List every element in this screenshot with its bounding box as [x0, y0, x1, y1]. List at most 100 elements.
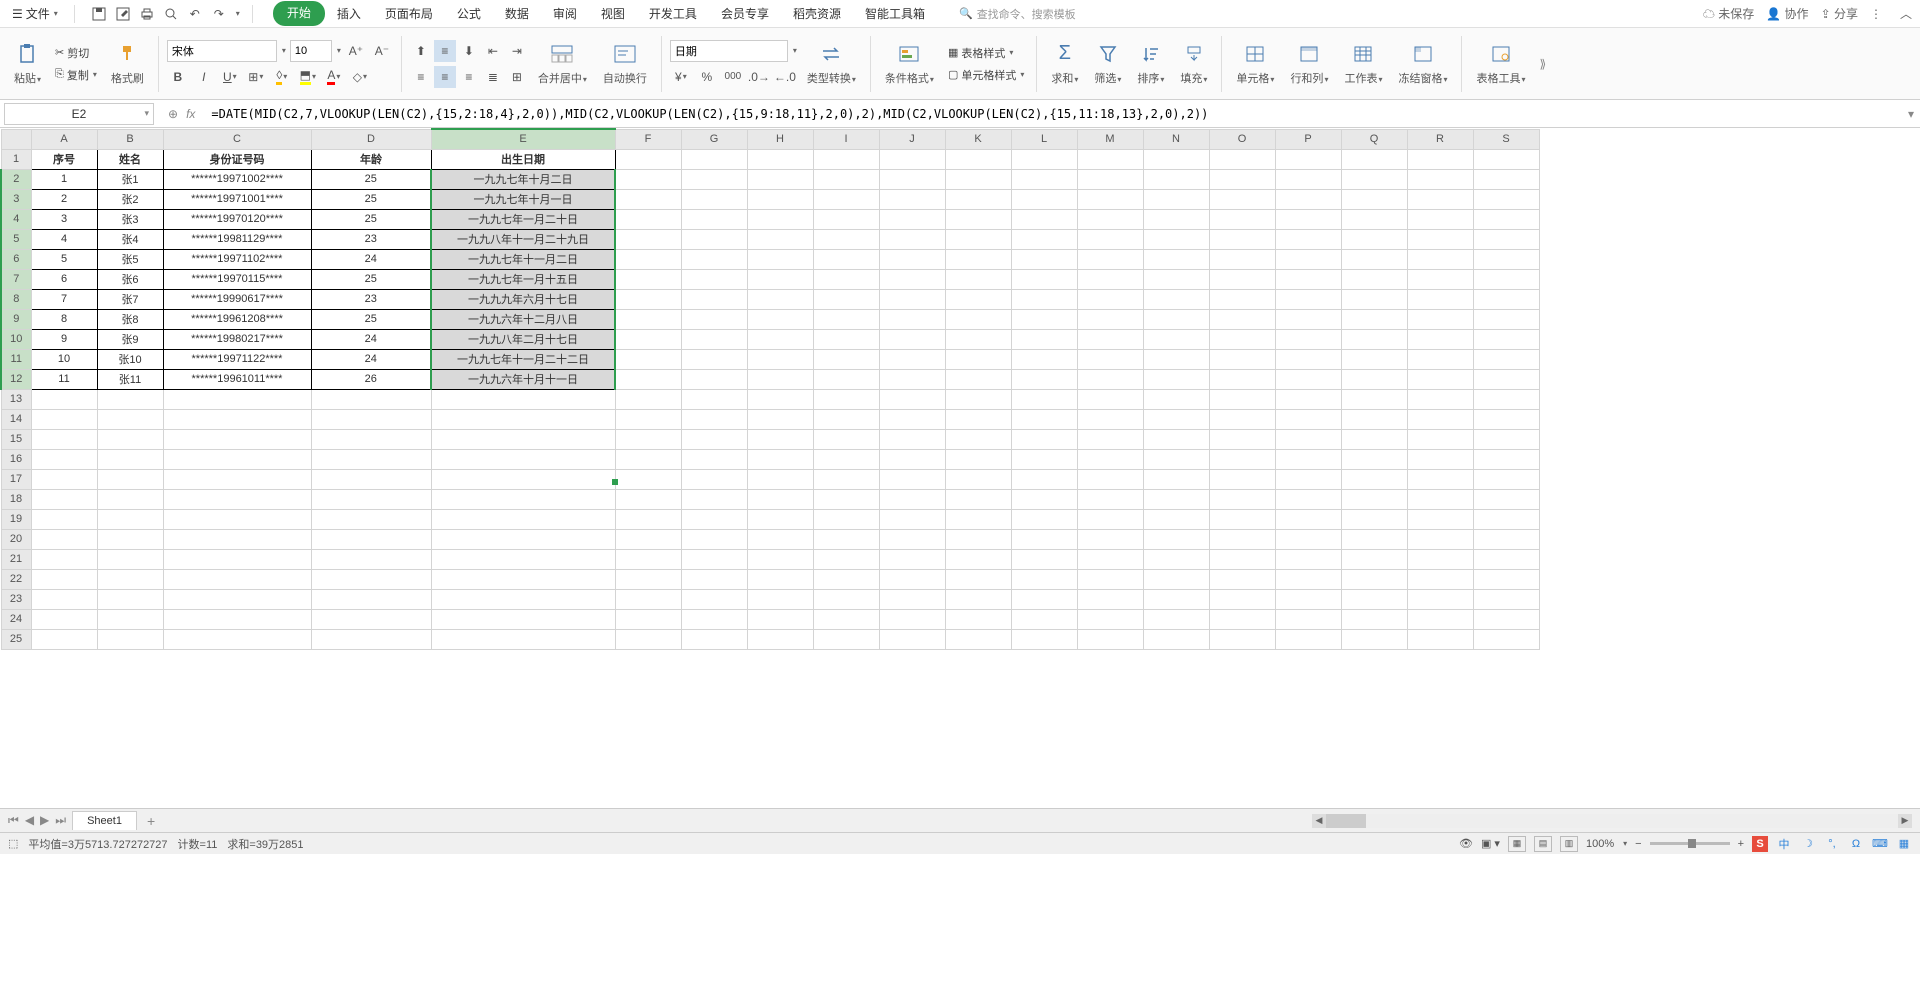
cell[interactable]	[1407, 349, 1473, 369]
tab-formula[interactable]: 公式	[445, 1, 493, 26]
cell[interactable]	[945, 249, 1011, 269]
cell[interactable]	[813, 329, 879, 349]
cell[interactable]	[163, 609, 311, 629]
cell[interactable]	[879, 389, 945, 409]
bold-icon[interactable]: B	[167, 66, 189, 88]
cell[interactable]	[1077, 329, 1143, 349]
cell[interactable]	[1407, 329, 1473, 349]
cell[interactable]	[879, 549, 945, 569]
cell[interactable]	[945, 369, 1011, 389]
cell[interactable]	[1341, 569, 1407, 589]
cell[interactable]	[1341, 349, 1407, 369]
cell[interactable]	[431, 409, 615, 429]
col-header-S[interactable]: S	[1473, 129, 1539, 149]
fill-color-icon[interactable]: ◊▾	[271, 66, 293, 88]
save-icon[interactable]	[91, 6, 107, 22]
cell[interactable]	[1473, 149, 1539, 169]
cell[interactable]	[747, 389, 813, 409]
cell[interactable]	[681, 429, 747, 449]
cell[interactable]	[1011, 609, 1077, 629]
underline-icon[interactable]: U▾	[219, 66, 241, 88]
tab-docer[interactable]: 稻壳资源	[781, 1, 853, 26]
cell[interactable]	[1143, 349, 1209, 369]
cell[interactable]	[681, 629, 747, 649]
cell-C6[interactable]: ******19971102****	[163, 249, 311, 269]
cell[interactable]	[1077, 629, 1143, 649]
cell[interactable]	[1275, 449, 1341, 469]
cell[interactable]	[747, 149, 813, 169]
cell-C8[interactable]: ******19990617****	[163, 289, 311, 309]
cell[interactable]	[1407, 209, 1473, 229]
cell[interactable]	[31, 449, 97, 469]
cell[interactable]	[747, 289, 813, 309]
cell[interactable]	[615, 249, 681, 269]
sum-button[interactable]: Σ 求和▾	[1045, 38, 1084, 90]
cell-A9[interactable]: 8	[31, 309, 97, 329]
cell[interactable]	[813, 569, 879, 589]
col-header-K[interactable]: K	[945, 129, 1011, 149]
cell[interactable]	[813, 409, 879, 429]
cell[interactable]	[1341, 309, 1407, 329]
cell[interactable]	[1143, 469, 1209, 489]
cell[interactable]	[945, 449, 1011, 469]
cell[interactable]	[1275, 149, 1341, 169]
cell[interactable]	[1473, 569, 1539, 589]
tab-view[interactable]: 视图	[589, 1, 637, 26]
cell[interactable]	[1209, 629, 1275, 649]
sogou-ime-icon[interactable]: S	[1752, 836, 1768, 852]
cell[interactable]	[97, 589, 163, 609]
font-size-select[interactable]	[290, 40, 332, 62]
decrease-font-icon[interactable]: A⁻	[371, 40, 393, 62]
cell[interactable]	[1341, 469, 1407, 489]
unsaved-indicator[interactable]: ☁ 未保存	[1703, 5, 1754, 22]
cell[interactable]	[1209, 549, 1275, 569]
cell[interactable]	[97, 429, 163, 449]
cell[interactable]	[1077, 149, 1143, 169]
cell[interactable]	[1473, 229, 1539, 249]
cell-C9[interactable]: ******19961208****	[163, 309, 311, 329]
cell[interactable]	[1143, 609, 1209, 629]
cell[interactable]	[945, 209, 1011, 229]
copy-button[interactable]: ⎘复制▾	[51, 65, 101, 85]
cell[interactable]	[1275, 189, 1341, 209]
cell[interactable]	[747, 429, 813, 449]
cell[interactable]	[615, 629, 681, 649]
cell[interactable]	[1011, 229, 1077, 249]
horizontal-scrollbar[interactable]: ◀ ▶	[1312, 814, 1912, 828]
cell[interactable]	[1473, 409, 1539, 429]
cell-A2[interactable]: 1	[31, 169, 97, 189]
cell[interactable]	[1143, 369, 1209, 389]
cell[interactable]	[813, 369, 879, 389]
cell[interactable]	[1011, 269, 1077, 289]
cell[interactable]	[431, 449, 615, 469]
cell[interactable]	[879, 289, 945, 309]
align-center-icon[interactable]: ≡	[434, 66, 456, 88]
cell[interactable]	[97, 629, 163, 649]
cell[interactable]	[1341, 369, 1407, 389]
cell[interactable]	[813, 549, 879, 569]
cell[interactable]	[1011, 589, 1077, 609]
ime-lang-icon[interactable]: 中	[1776, 836, 1792, 852]
cell[interactable]	[813, 229, 879, 249]
cell-D11[interactable]: 24	[311, 349, 431, 369]
cell[interactable]	[879, 609, 945, 629]
row-header-24[interactable]: 24	[1, 609, 31, 629]
cell[interactable]	[945, 189, 1011, 209]
cell[interactable]	[681, 309, 747, 329]
ime-grid-icon[interactable]: ▦	[1896, 836, 1912, 852]
cell[interactable]	[615, 589, 681, 609]
cell[interactable]	[813, 349, 879, 369]
cell[interactable]	[1011, 389, 1077, 409]
cell[interactable]	[747, 309, 813, 329]
cell-A12[interactable]: 11	[31, 369, 97, 389]
cell-B12[interactable]: 张11	[97, 369, 163, 389]
cell-B9[interactable]: 张8	[97, 309, 163, 329]
cell[interactable]	[1077, 609, 1143, 629]
add-sheet-icon[interactable]: +	[147, 813, 155, 829]
cell[interactable]	[945, 569, 1011, 589]
cell[interactable]	[747, 469, 813, 489]
tab-insert[interactable]: 插入	[325, 1, 373, 26]
row-header-4[interactable]: 4	[1, 209, 31, 229]
cell[interactable]	[1407, 429, 1473, 449]
cell[interactable]	[1275, 389, 1341, 409]
